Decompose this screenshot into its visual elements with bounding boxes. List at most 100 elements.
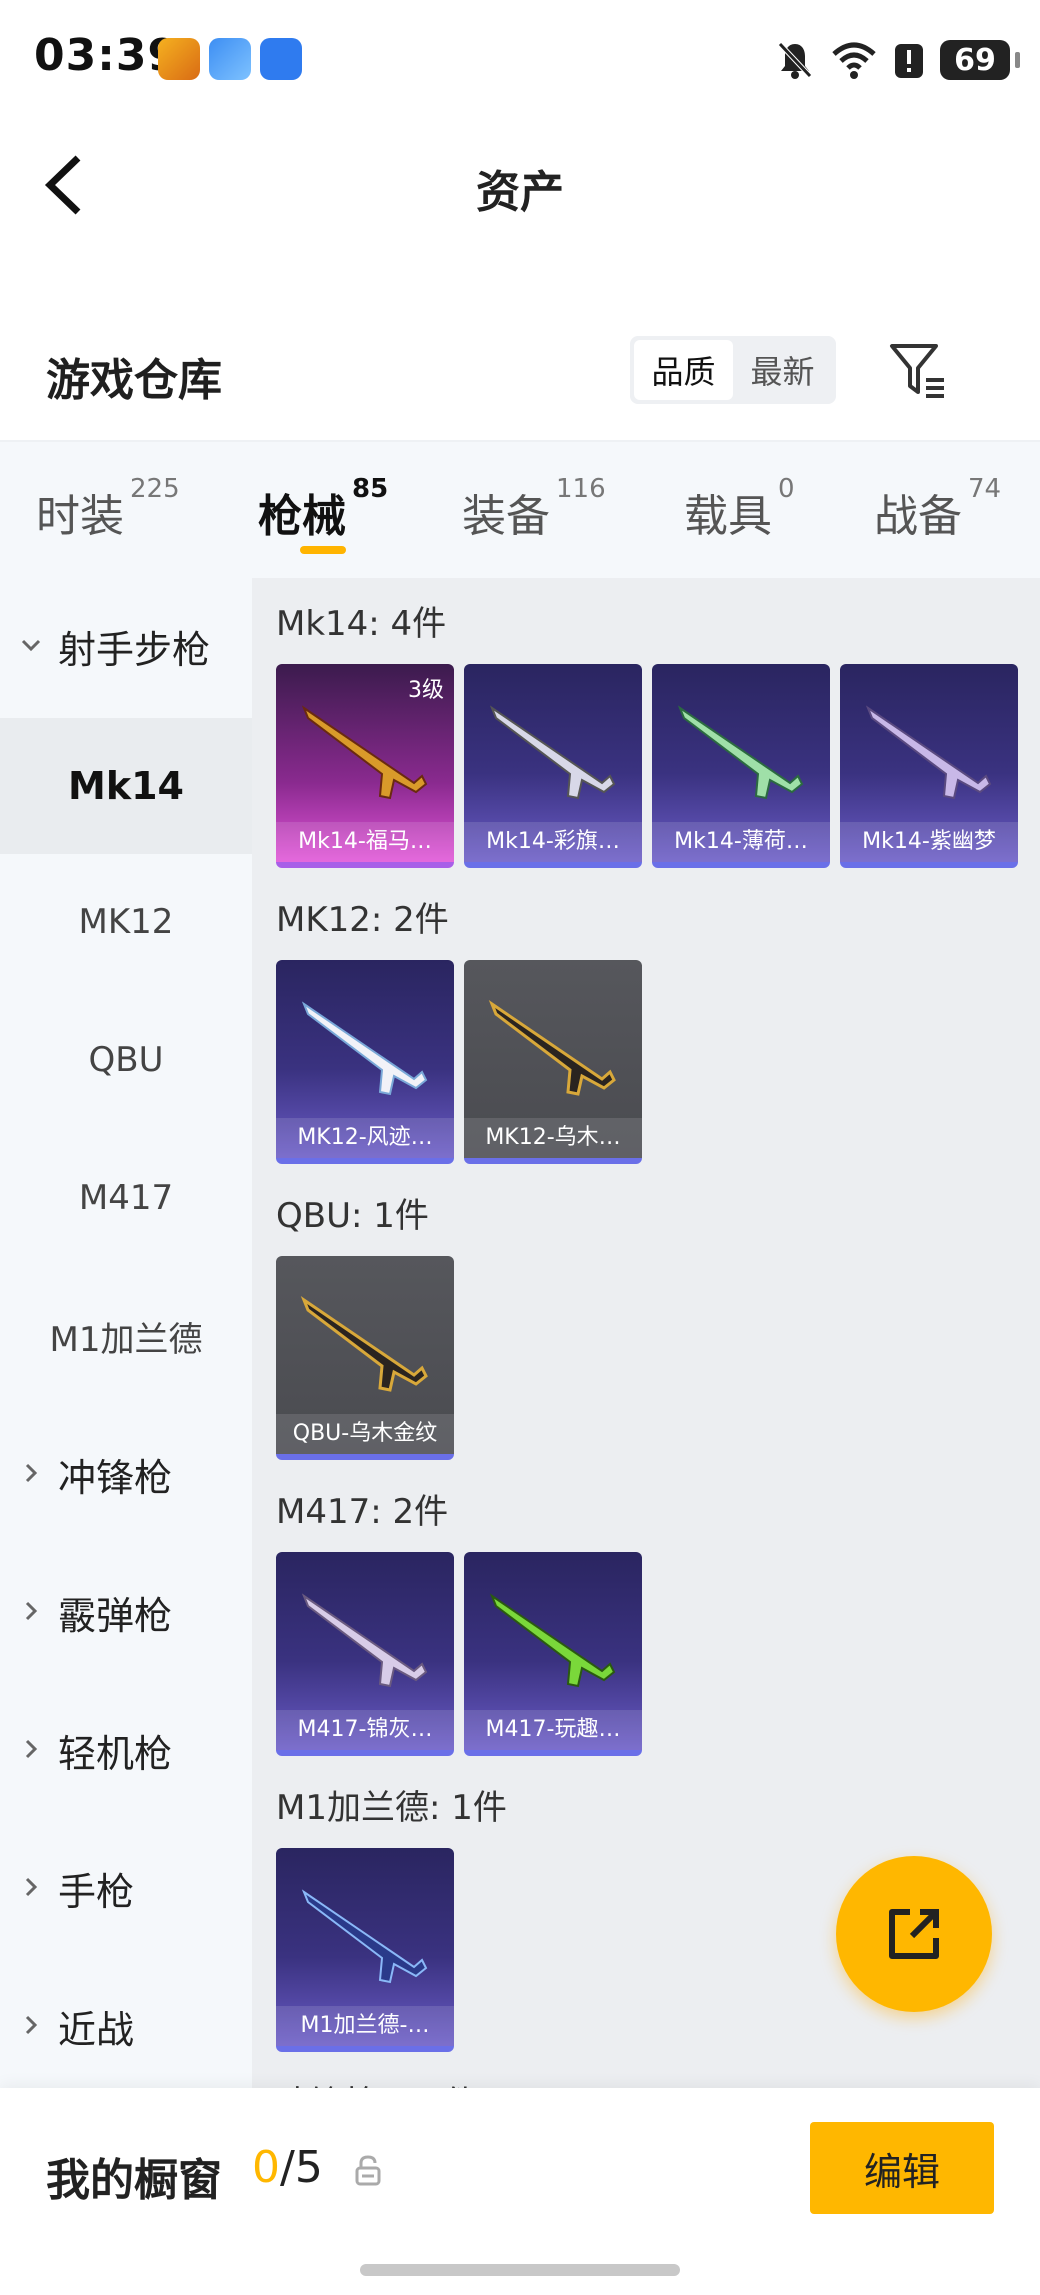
tab-gear[interactable]: 战备74 — [874, 474, 1001, 544]
tab-count: 0 — [778, 474, 795, 504]
chevron-right-icon — [25, 1463, 38, 1483]
showcase-current: 0 — [252, 2142, 280, 2193]
home-indicator[interactable] — [360, 2264, 680, 2276]
tab-vehicles[interactable]: 载具0 — [684, 474, 795, 544]
section-title: Mk14: 4件 — [276, 604, 447, 644]
weapon-card[interactable]: MK12-乌木… — [464, 960, 642, 1164]
sidebar-item-mk12[interactable]: MK12 — [0, 854, 252, 990]
weapon-card[interactable]: Mk14-薄荷… — [652, 664, 830, 868]
warehouse-row: 游戏仓库 品质 最新 — [0, 300, 1040, 440]
weapon-name: QBU-乌木金纹 — [276, 1414, 454, 1454]
tab-count: 116 — [556, 474, 606, 504]
game-app-icon — [158, 38, 200, 80]
upload-app-icon — [260, 38, 302, 80]
tab-firearms[interactable]: 枪械85 — [258, 474, 388, 544]
filter-icon[interactable] — [888, 340, 948, 400]
sidebar-group-label: 霰弹枪 — [58, 1593, 173, 1638]
weather-app-icon — [209, 38, 251, 80]
tab-label: 装备 — [462, 491, 550, 542]
rifle-icon — [300, 1295, 428, 1392]
alert-icon — [895, 44, 923, 78]
weapon-name: Mk14-福马… — [276, 822, 454, 862]
sidebar-item-m417[interactable]: M417 — [0, 1130, 252, 1266]
chevron-down-icon — [21, 639, 41, 652]
sidebar-group-label: 射手步枪 — [58, 627, 211, 672]
showcase-count: 0/5 — [252, 2142, 323, 2193]
rifle-icon — [488, 999, 616, 1096]
mute-bell-icon — [778, 42, 812, 79]
tab-label: 时装 — [36, 491, 124, 542]
sidebar-group-melee[interactable]: 近战 — [0, 1958, 252, 2094]
sidebar-group-label: 手枪 — [58, 1869, 135, 1914]
sort-toggle: 品质 最新 — [630, 336, 836, 404]
sidebar-item-m1-garand[interactable]: M1加兰德 — [0, 1268, 252, 1404]
chevron-right-icon — [25, 1601, 38, 1621]
warehouse-title: 游戏仓库 — [46, 355, 222, 406]
category-tabs: 时装225 枪械85 装备116 载具0 战备74 — [0, 440, 1040, 578]
weapon-card[interactable]: M1加兰德-… — [276, 1848, 454, 2052]
page-header: 资产 — [0, 120, 1040, 250]
tab-count: 74 — [968, 474, 1002, 504]
tab-fashion[interactable]: 时装225 — [36, 474, 180, 544]
weapon-card[interactable]: QBU-乌木金纹 — [276, 1256, 454, 1460]
section-title: QBU: 1件 — [276, 1196, 429, 1236]
tab-equipment[interactable]: 装备116 — [462, 474, 606, 544]
weapon-name: M417-玩趣… — [464, 1710, 642, 1750]
lock-icon — [355, 2155, 381, 2186]
sort-latest-button[interactable]: 最新 — [733, 340, 832, 400]
weapon-name: Mk14-紫幽梦 — [840, 822, 1018, 862]
tab-label: 枪械 — [258, 491, 346, 542]
sidebar-group-label: 近战 — [58, 2007, 135, 2052]
sidebar-group-lmg[interactable]: 轻机枪 — [0, 1682, 252, 1818]
sidebar-group-shotgun[interactable]: 霰弹枪 — [0, 1544, 252, 1680]
weapon-card[interactable]: M417-锦灰… — [276, 1552, 454, 1756]
rifle-icon — [301, 1001, 428, 1096]
wifi-icon — [832, 42, 876, 79]
weapon-name: M1加兰德-… — [276, 2006, 454, 2046]
tab-label: 载具 — [684, 491, 772, 542]
weapon-name: Mk14-薄荷… — [652, 822, 830, 862]
sidebar-group-label: 轻机枪 — [58, 1731, 173, 1776]
sidebar-group-pistol[interactable]: 手枪 — [0, 1820, 252, 1956]
section-title: 冲锋枪: 11件 — [276, 2076, 478, 2088]
page-title: 资产 — [476, 167, 564, 218]
rifle-icon — [865, 705, 992, 800]
rifle-icon — [489, 705, 616, 800]
weapon-card[interactable]: MK12-风迹… — [276, 960, 454, 1164]
share-fab-button[interactable] — [836, 1856, 992, 2012]
weapon-card[interactable]: Mk14-紫幽梦 — [840, 664, 1018, 868]
weapon-type-sidebar: 射手步枪 Mk14 MK12 QBU M417 M1加兰德 冲锋枪 霰弹枪 轻机… — [0, 578, 252, 2088]
weapon-card[interactable]: M417-玩趣… — [464, 1552, 642, 1756]
chevron-right-icon — [25, 2015, 38, 2035]
active-tab-indicator — [300, 546, 346, 554]
rifle-icon — [301, 705, 428, 800]
chevron-right-icon — [25, 1877, 38, 1897]
weapon-card[interactable]: Mk14-彩旗… — [464, 664, 642, 868]
section-title: M1加兰德: 1件 — [276, 1788, 507, 1828]
weapon-name: MK12-风迹… — [276, 1118, 454, 1158]
sidebar-group-dmr[interactable]: 射手步枪 — [0, 578, 252, 714]
rifle-icon — [301, 1593, 428, 1688]
sidebar-item-mk14[interactable]: Mk14 — [0, 718, 252, 854]
tab-count: 85 — [352, 474, 389, 504]
weapon-name: Mk14-彩旗… — [464, 822, 642, 862]
sidebar-group-label: 冲锋枪 — [58, 1455, 173, 1500]
section-title: M417: 2件 — [276, 1492, 449, 1532]
status-bar: 03:39 69 — [0, 0, 1040, 120]
battery-indicator: 69 — [940, 40, 1020, 80]
rifle-icon — [489, 1593, 616, 1688]
weapon-name: MK12-乌木… — [464, 1118, 642, 1158]
section-title: MK12: 2件 — [276, 900, 449, 940]
rifle-icon — [677, 705, 804, 800]
tab-label: 战备 — [874, 491, 962, 542]
tab-count: 225 — [130, 474, 180, 504]
showcase-total: /5 — [280, 2142, 323, 2193]
weapon-name: M417-锦灰… — [276, 1710, 454, 1750]
sort-quality-button[interactable]: 品质 — [634, 340, 733, 400]
weapon-card[interactable]: 3级 Mk14-福马… — [276, 664, 454, 868]
showcase-bar: 我的橱窗 0/5 编辑 — [0, 2088, 1040, 2295]
rifle-icon — [301, 1889, 428, 1984]
sidebar-group-smg[interactable]: 冲锋枪 — [0, 1406, 252, 1542]
edit-button[interactable]: 编辑 — [810, 2122, 994, 2214]
sidebar-item-qbu[interactable]: QBU — [0, 992, 252, 1128]
